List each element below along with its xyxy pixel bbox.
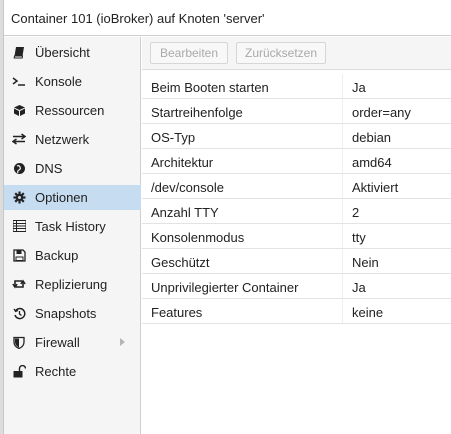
option-key: Features: [151, 305, 203, 320]
sidebar-item-label: Task History: [35, 219, 106, 234]
option-key: Architektur: [151, 155, 214, 170]
retweet-icon: [12, 277, 26, 291]
globe-icon: [12, 161, 26, 175]
table-row[interactable]: Features keine: [142, 299, 451, 324]
table-row[interactable]: OS-Typ debian: [142, 124, 451, 149]
option-value: amd64: [352, 155, 392, 170]
option-key: OS-Typ: [151, 130, 196, 145]
column-divider: [342, 99, 343, 123]
terminal-icon: [12, 74, 26, 88]
option-value: 2: [352, 205, 360, 220]
option-value: tty: [352, 230, 366, 245]
sidebar-item-dns[interactable]: DNS: [4, 156, 141, 181]
sidebar-item-snapshots[interactable]: Snapshots: [4, 301, 141, 326]
sidebar-item-label: Replizierung: [35, 277, 108, 292]
sidebar-item-label: Übersicht: [35, 45, 90, 60]
table-row[interactable]: Startreihenfolge order=any: [142, 99, 451, 124]
column-divider: [342, 274, 343, 298]
table-row[interactable]: Architektur amd64: [142, 149, 451, 174]
column-divider: [342, 199, 343, 223]
table-row[interactable]: Anzahl TTY 2: [142, 199, 451, 224]
sidebar-item-label: Backup: [35, 248, 79, 263]
table-row[interactable]: Konsolenmodus tty: [142, 224, 451, 249]
sidebar: Übersicht Konsole Ressourcen Netzwerk DN…: [4, 37, 141, 434]
sidebar-item-task-history[interactable]: Task History: [4, 214, 141, 239]
column-divider: [342, 149, 343, 173]
unlock-icon: [12, 364, 26, 378]
sidebar-item-label: DNS: [35, 161, 63, 176]
option-value: order=any: [352, 105, 411, 120]
sidebar-item-label: Rechte: [35, 364, 77, 379]
sidebar-item-optionen[interactable]: Optionen: [4, 185, 141, 210]
sidebar-item-rechte[interactable]: Rechte: [4, 359, 141, 384]
gear-icon: [12, 190, 26, 204]
option-value: Nein: [352, 255, 379, 270]
sidebar-item-uebersicht[interactable]: Übersicht: [4, 40, 141, 65]
option-value: Ja: [352, 80, 366, 95]
option-key: Geschützt: [151, 255, 210, 270]
table-row[interactable]: Beim Booten starten Ja: [142, 74, 451, 99]
sidebar-item-label: Ressourcen: [35, 103, 105, 118]
column-divider: [342, 249, 343, 273]
column-divider: [342, 224, 343, 248]
option-value: debian: [352, 130, 392, 145]
sidebar-item-ressourcen[interactable]: Ressourcen: [4, 98, 141, 123]
option-key: Anzahl TTY: [151, 205, 219, 220]
sidebar-item-konsole[interactable]: Konsole: [4, 69, 141, 94]
table-row[interactable]: /dev/console Aktiviert: [142, 174, 451, 199]
toolbar: Bearbeiten Zurücksetzen: [142, 37, 451, 70]
sidebar-item-netzwerk[interactable]: Netzwerk: [4, 127, 141, 152]
column-divider: [342, 124, 343, 148]
column-divider: [342, 74, 343, 98]
exchange-icon: [12, 132, 26, 146]
list-icon: [12, 219, 26, 233]
book-icon: [12, 45, 26, 59]
option-key: Konsolenmodus: [151, 230, 245, 245]
sidebar-item-replizierung[interactable]: Replizierung: [4, 272, 141, 297]
edit-button[interactable]: Bearbeiten: [150, 42, 228, 64]
sidebar-item-label: Firewall: [35, 335, 80, 350]
option-key: /dev/console: [151, 180, 224, 195]
option-key: Beim Booten starten: [151, 80, 269, 95]
sidebar-item-label: Netzwerk: [35, 132, 90, 147]
column-divider: [342, 299, 343, 323]
shield-icon: [12, 335, 26, 349]
column-divider: [342, 174, 343, 198]
option-value: Aktiviert: [352, 180, 399, 195]
option-key: Startreihenfolge: [151, 105, 243, 120]
option-value: keine: [352, 305, 384, 320]
panel-header: Container 101 (ioBroker) auf Knoten 'ser…: [4, 0, 451, 36]
history-icon: [12, 306, 26, 320]
option-key: Unprivilegierter Container: [151, 280, 299, 295]
sidebar-item-firewall[interactable]: Firewall: [4, 330, 141, 355]
sidebar-item-label: Optionen: [35, 190, 88, 205]
table-row[interactable]: Geschützt Nein: [142, 249, 451, 274]
sidebar-item-label: Snapshots: [35, 306, 97, 321]
table-row[interactable]: Unprivilegierter Container Ja: [142, 274, 451, 299]
sidebar-item-backup[interactable]: Backup: [4, 243, 141, 268]
floppy-icon: [12, 248, 26, 262]
panel-title: Container 101 (ioBroker) auf Knoten 'ser…: [11, 11, 265, 26]
sidebar-item-label: Konsole: [35, 74, 82, 89]
submenu-arrow-icon[interactable]: [120, 338, 125, 346]
cube-icon: [12, 103, 26, 117]
reset-button[interactable]: Zurücksetzen: [236, 42, 326, 64]
option-value: Ja: [352, 280, 366, 295]
